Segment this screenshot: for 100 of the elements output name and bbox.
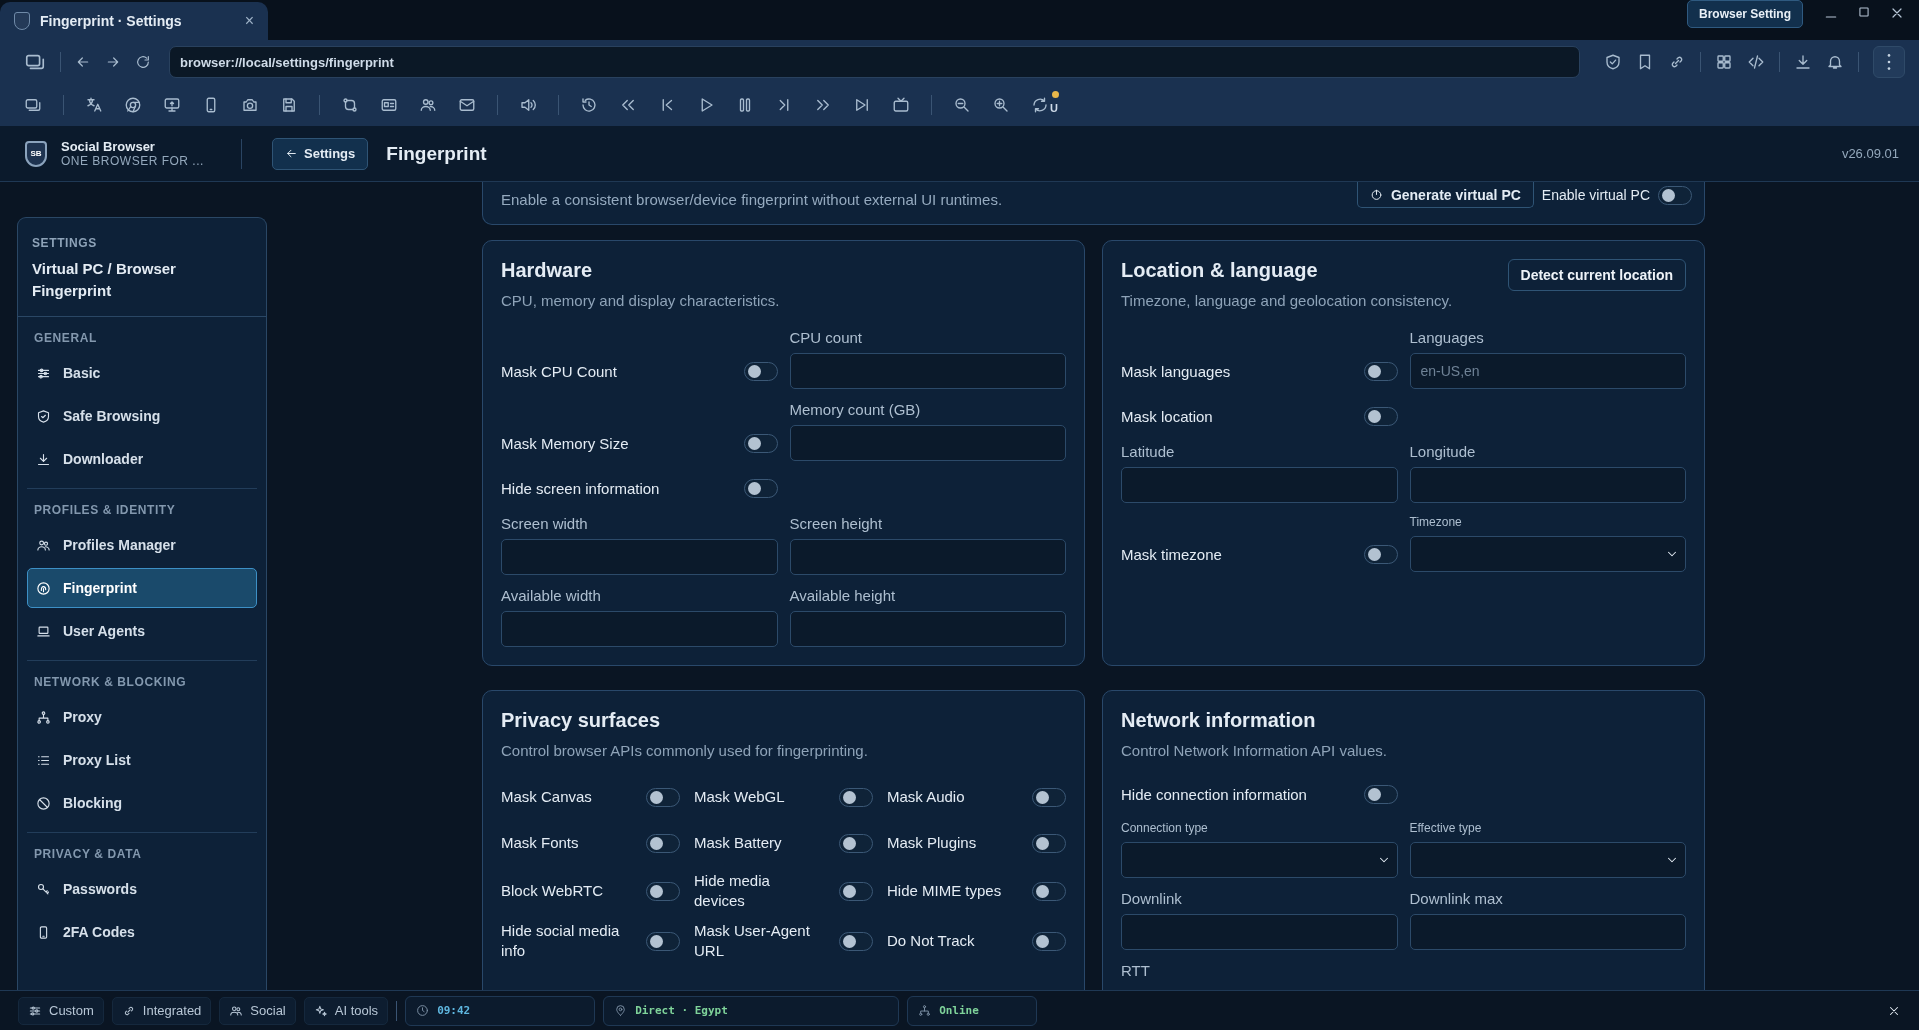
toggle-label: Mask languages	[1121, 362, 1231, 380]
toggle-switch[interactable]	[646, 833, 680, 853]
text-field[interactable]: en-US,en	[1409, 353, 1686, 389]
skip-end-icon[interactable]	[853, 96, 871, 114]
text-field[interactable]	[1121, 914, 1398, 950]
browser-tab[interactable]: Fingerprint · Settings ×	[0, 2, 268, 40]
sidebar-item[interactable]: Blocking	[27, 783, 257, 823]
toggle-switch[interactable]	[1363, 544, 1398, 564]
field-label: Effective type	[1409, 821, 1483, 835]
browser-setting-button[interactable]: Browser Setting	[1687, 0, 1803, 28]
sidebar-item[interactable]: Fingerprint	[27, 568, 257, 608]
tv-icon[interactable]	[892, 96, 910, 114]
field-label: Connection type	[1121, 821, 1209, 835]
toggle-switch[interactable]	[743, 478, 778, 498]
key-icon	[36, 881, 51, 897]
translate-icon[interactable]	[85, 96, 103, 114]
maximize-icon[interactable]	[1857, 5, 1871, 19]
toggle-switch[interactable]	[839, 833, 873, 853]
text-field[interactable]	[789, 611, 1066, 647]
back-button[interactable]: Settings	[272, 137, 369, 170]
toggle-label: Block WebRTC	[501, 881, 603, 901]
toggle-switch[interactable]	[839, 881, 873, 901]
toggle-switch[interactable]	[743, 361, 778, 381]
sidebar-item[interactable]: Basic	[27, 353, 257, 393]
camera-icon[interactable]	[241, 96, 259, 114]
toggle-switch[interactable]	[1363, 406, 1398, 426]
sidebar-item[interactable]: Proxy	[27, 697, 257, 737]
generate-button[interactable]: Generate virtual PC	[1356, 182, 1534, 208]
sidebar-item[interactable]: 2FA Codes	[27, 912, 257, 952]
code-icon[interactable]	[1747, 53, 1765, 71]
fingerprint-icon	[36, 580, 51, 596]
grid-icon[interactable]	[1715, 53, 1733, 71]
sidebar-item[interactable]: Passwords	[27, 869, 257, 909]
card-title: Location & language	[1121, 259, 1319, 282]
toggle-switch[interactable]	[839, 931, 873, 951]
back-icon[interactable]	[75, 54, 91, 70]
users-icon	[229, 1003, 244, 1018]
mode-button[interactable]: AI tools	[303, 996, 389, 1025]
sidebar-item[interactable]: Safe Browsing	[27, 396, 257, 436]
toggle-label: Mask timezone	[1121, 545, 1222, 563]
sidebar-item[interactable]: Profiles Manager	[27, 525, 257, 565]
toggle-label: Mask Memory Size	[501, 434, 629, 452]
tab-close-button[interactable]: ×	[244, 12, 254, 30]
history-icon[interactable]	[580, 96, 598, 114]
windows-icon[interactable]	[24, 96, 42, 114]
toggle-label: Mask User-Agent URL	[694, 921, 811, 961]
sidebar-item[interactable]: Downloader	[27, 439, 257, 479]
mode-button[interactable]: Social	[219, 996, 296, 1025]
zoom-in-icon[interactable]	[992, 96, 1010, 114]
toggle-switch[interactable]	[1032, 931, 1066, 951]
toggle-label: Hide screen information	[501, 479, 660, 497]
field-label: Downlink max	[1409, 890, 1504, 907]
address-bar[interactable]: browser://local/settings/fingerprint	[169, 46, 1580, 78]
toggle-switch[interactable]	[1032, 881, 1066, 901]
toggle-label: Mask WebGL	[694, 787, 785, 807]
forward-icon[interactable]	[105, 54, 121, 70]
card-description: Timezone, language and geolocation consistency.	[1121, 292, 1453, 309]
toggle-switch[interactable]	[646, 787, 680, 807]
shield-check-icon[interactable]	[1604, 53, 1622, 71]
sidebar-item[interactable]: Proxy List	[27, 740, 257, 780]
toggle-switch[interactable]	[1032, 787, 1066, 807]
field-label: Memory count (GB)	[789, 401, 922, 418]
toggle-switch[interactable]	[646, 931, 680, 951]
save-icon[interactable]	[280, 96, 298, 114]
mail-icon[interactable]	[458, 96, 476, 114]
id-card-icon[interactable]	[380, 96, 398, 114]
bell-icon[interactable]	[1826, 53, 1844, 71]
aperture-icon[interactable]	[124, 96, 142, 114]
toggle-switch[interactable]	[1363, 361, 1398, 381]
laptop-icon	[36, 623, 51, 639]
route-icon[interactable]	[341, 96, 359, 114]
toggle-switch[interactable]	[1363, 784, 1398, 804]
sidebar-item[interactable]: User Agents	[27, 611, 257, 651]
mode-button[interactable]: Integrated	[111, 996, 212, 1025]
toggle-switch[interactable]	[646, 881, 680, 901]
mode-button[interactable]: Custom	[18, 996, 104, 1025]
sync-icon[interactable]	[1031, 96, 1049, 114]
volume-icon[interactable]	[519, 96, 537, 114]
download-icon[interactable]	[1794, 53, 1812, 71]
text-field[interactable]	[1121, 467, 1398, 503]
clock-icon	[416, 1004, 430, 1017]
toggle-switch[interactable]	[1658, 185, 1692, 205]
screen-share-icon[interactable]	[163, 96, 181, 114]
text-field[interactable]	[1409, 914, 1686, 950]
text-field[interactable]	[789, 353, 1066, 389]
text-field[interactable]	[1409, 467, 1686, 503]
toggle-switch[interactable]	[1032, 833, 1066, 853]
toggle-switch[interactable]	[839, 787, 873, 807]
text-field[interactable]	[789, 539, 1066, 575]
users-icon[interactable]	[419, 96, 437, 114]
text-field[interactable]	[501, 539, 778, 575]
detect-location-button[interactable]: Detect current location	[1507, 259, 1686, 291]
back-icon	[285, 147, 298, 160]
zoom-out-icon[interactable]	[953, 96, 971, 114]
text-field[interactable]	[789, 425, 1066, 461]
toggle-switch[interactable]	[743, 433, 778, 453]
card-description: Control browser APIs commonly used for fingerprinting.	[501, 742, 869, 759]
text-field[interactable]	[501, 611, 778, 647]
reload-icon[interactable]	[135, 54, 151, 70]
group-label: NETWORK & BLOCKING	[33, 675, 188, 691]
